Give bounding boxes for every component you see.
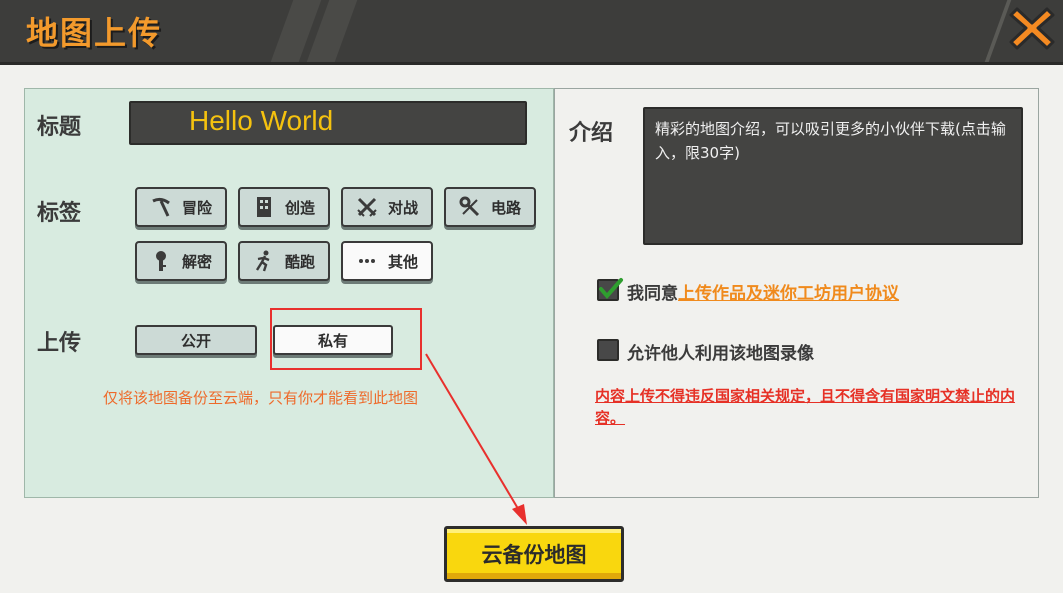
tag-label: 对战 bbox=[387, 198, 418, 217]
tag-label: 冒险 bbox=[181, 198, 212, 217]
agree-text: 我同意上传作品及迷你工坊用户协议 bbox=[627, 279, 899, 304]
title-input-value: Hello World bbox=[189, 105, 334, 136]
pickaxe-icon bbox=[150, 196, 172, 218]
tag-label: 电路 bbox=[490, 198, 521, 217]
upload-public-button[interactable]: 公开 bbox=[135, 325, 257, 355]
dialog-header: 地图上传 bbox=[0, 0, 1063, 65]
tag-battle-button[interactable]: 对战 bbox=[341, 187, 433, 227]
content-warning: 内容上传不得违反国家相关规定，且不得含有国家明文禁止的内容。 bbox=[595, 387, 1016, 427]
close-icon bbox=[1009, 7, 1055, 50]
tag-adventure-button[interactable]: 冒险 bbox=[135, 187, 227, 227]
intro-label: 介绍 bbox=[569, 121, 614, 146]
tag-label: 创造 bbox=[284, 198, 315, 217]
check-icon bbox=[599, 278, 623, 300]
tag-parkour-button[interactable]: 酷跑 bbox=[238, 241, 330, 281]
title-label: 标题 bbox=[37, 115, 82, 140]
dialog-title: 地图上传 bbox=[26, 14, 163, 52]
upload-label: 上传 bbox=[37, 331, 82, 356]
intro-input[interactable]: 精彩的地图介绍，可以吸引更多的小伙伴下载(点击输入，限30字) bbox=[643, 107, 1023, 245]
allow-record-checkbox[interactable] bbox=[597, 339, 619, 361]
upload-hint: 仅将该地图备份至云端，只有你才能看到此地图 bbox=[103, 389, 419, 407]
ellipsis-icon bbox=[356, 250, 378, 272]
tag-label: 酷跑 bbox=[284, 252, 315, 271]
tag-other-button[interactable]: 其他 bbox=[341, 241, 433, 281]
agree-prefix: 我同意 bbox=[627, 284, 678, 304]
running-man-icon bbox=[253, 250, 275, 272]
description-panel: 介绍 精彩的地图介绍，可以吸引更多的小伙伴下载(点击输入，限30字) 我同意上传… bbox=[554, 88, 1039, 498]
map-info-panel: 标题 Hello World 标签 冒险 创造 对战 电路 解密 酷跑 其他 上… bbox=[24, 88, 554, 498]
intro-placeholder: 精彩的地图介绍，可以吸引更多的小伙伴下载(点击输入，限30字) bbox=[655, 120, 1006, 162]
key-icon bbox=[150, 250, 172, 272]
close-button[interactable] bbox=[1007, 3, 1057, 53]
user-agreement-link[interactable]: 上传作品及迷你工坊用户协议 bbox=[678, 284, 899, 304]
tag-puzzle-button[interactable]: 解密 bbox=[135, 241, 227, 281]
tag-label: 其他 bbox=[387, 252, 418, 271]
crossed-swords-icon bbox=[356, 196, 378, 218]
agree-checkbox[interactable] bbox=[597, 278, 623, 301]
wrench-icon bbox=[459, 196, 481, 218]
tags-label: 标签 bbox=[37, 201, 82, 226]
allow-record-text: 允许他人利用该地图录像 bbox=[627, 344, 814, 364]
tag-label: 解密 bbox=[181, 252, 212, 271]
building-icon bbox=[253, 196, 275, 218]
tag-create-button[interactable]: 创造 bbox=[238, 187, 330, 227]
highlight-annotation bbox=[270, 308, 422, 370]
tag-circuit-button[interactable]: 电路 bbox=[444, 187, 536, 227]
cloud-backup-button[interactable]: 云备份地图 bbox=[444, 526, 624, 582]
title-input[interactable]: Hello World bbox=[129, 101, 527, 145]
